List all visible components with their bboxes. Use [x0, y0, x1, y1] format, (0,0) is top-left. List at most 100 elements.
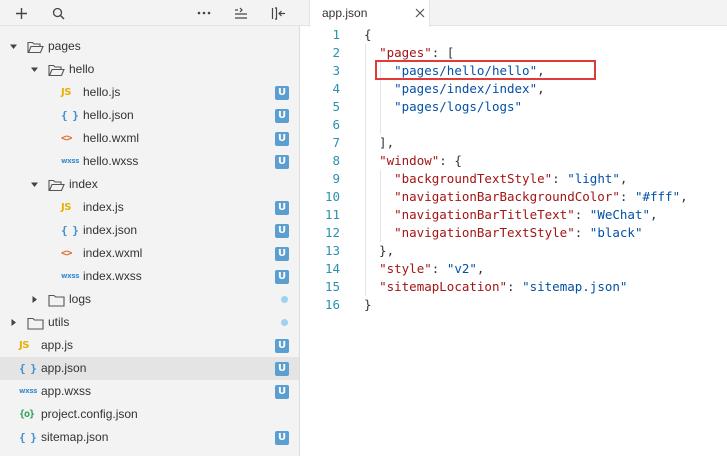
- folder-pages[interactable]: pages: [0, 35, 299, 58]
- json-punct: [364, 45, 379, 60]
- json-punct: ,: [476, 261, 485, 276]
- json-punct: [364, 279, 379, 294]
- change-dot: [281, 296, 288, 303]
- json-punct: : {: [439, 153, 462, 168]
- json-key: "style": [379, 261, 432, 276]
- code-area[interactable]: 1{2 "pages": [3 "pages/hello/hello", 4 "p…: [300, 26, 727, 314]
- file-app-json[interactable]: { } app.json U: [0, 357, 299, 380]
- tab-label: app.json: [322, 6, 368, 20]
- line-number: 5: [332, 99, 340, 114]
- tree-item-label: project.config.json: [41, 407, 138, 421]
- file-hello-json[interactable]: { } hello.json U: [0, 104, 299, 127]
- json-punct: ,: [680, 189, 688, 204]
- chevron-down-icon[interactable]: [29, 179, 39, 189]
- chevron-right-icon[interactable]: [29, 294, 39, 304]
- line-number: 16: [324, 297, 340, 312]
- wxss-file-icon: wxss: [19, 387, 38, 395]
- folder-logs[interactable]: logs: [0, 288, 299, 311]
- line-source: "pages/hello/hello",: [364, 62, 545, 80]
- folder-utils[interactable]: utils: [0, 311, 299, 334]
- json-punct: :: [619, 189, 635, 204]
- file-app-wxss[interactable]: wxss app.wxss U: [0, 380, 299, 403]
- js-file-icon: JS: [61, 86, 71, 98]
- tree-item-label: utils: [48, 315, 70, 329]
- tree-item-label: logs: [69, 292, 92, 306]
- json-string: "v2": [446, 261, 477, 276]
- close-icon[interactable]: [414, 7, 426, 19]
- line-source: }: [364, 296, 372, 314]
- tree-item-label: app.js: [41, 338, 74, 352]
- folder-index[interactable]: index: [0, 173, 299, 196]
- line-source: "pages/index/index",: [364, 80, 545, 98]
- json-punct: : [: [431, 45, 455, 60]
- wxml-file-icon: <>: [61, 132, 73, 144]
- code-editor: app.json 1{2 "pages": [3 "pages/hello/he…: [300, 0, 727, 456]
- line-number: 3: [332, 63, 340, 78]
- file-explorer-sidebar: pages hello JS hello.js U { } hello.json U <> hel…: [0, 0, 300, 456]
- tree-item-label: index: [69, 177, 98, 191]
- line-number: 1: [332, 27, 340, 42]
- file-sitemap-json[interactable]: { } sitemap.json U: [0, 426, 299, 449]
- tree-item-label: hello.json: [83, 108, 134, 122]
- line-source: "navigationBarBackgroundColor": "#fff",: [364, 188, 688, 206]
- folder-icon: [48, 293, 65, 307]
- json-punct: :: [507, 279, 523, 294]
- untracked-badge: U: [275, 132, 289, 146]
- file-hello-wxss[interactable]: wxss hello.wxss U: [0, 150, 299, 173]
- json-punct: [364, 153, 379, 168]
- collapse-all-icon[interactable]: [231, 3, 251, 23]
- untracked-badge: U: [275, 385, 289, 399]
- toggle-sidebar-icon[interactable]: [268, 3, 288, 23]
- line-source: "sitemapLocation": "sitemap.json": [364, 278, 627, 296]
- file-hello-wxml[interactable]: <> hello.wxml U: [0, 127, 299, 150]
- json-key: "navigationBarBackgroundColor": [394, 189, 620, 204]
- json-key: "navigationBarTextStyle": [394, 225, 575, 240]
- indent-guide: [380, 62, 381, 134]
- tree-item-label: hello: [69, 62, 95, 76]
- line-source: {: [364, 26, 372, 44]
- tree-item-label: hello.js: [83, 85, 121, 99]
- json-file-icon: { }: [19, 361, 37, 375]
- line-source: },: [364, 242, 394, 260]
- json-key: "backgroundTextStyle": [394, 171, 553, 186]
- file-index-json[interactable]: { } index.json U: [0, 219, 299, 242]
- chevron-down-icon[interactable]: [29, 64, 39, 74]
- json-key: "sitemapLocation": [379, 279, 507, 294]
- file-index-wxml[interactable]: <> index.wxml U: [0, 242, 299, 265]
- json-punct: :: [574, 225, 590, 240]
- search-icon[interactable]: [48, 3, 68, 23]
- file-index-js[interactable]: JS index.js U: [0, 196, 299, 219]
- file-hello-js[interactable]: JS hello.js U: [0, 81, 299, 104]
- chevron-right-icon[interactable]: [8, 317, 18, 327]
- json-string: "pages/hello/hello": [394, 63, 538, 78]
- json-key: "window": [379, 153, 440, 168]
- json-file-icon: { }: [61, 223, 79, 237]
- tree-item-label: hello.wxss: [83, 154, 139, 168]
- untracked-badge: U: [275, 86, 289, 100]
- tree-item-label: sitemap.json: [41, 430, 109, 444]
- line-source: "navigationBarTitleText": "WeChat",: [364, 206, 658, 224]
- untracked-badge: U: [275, 109, 289, 123]
- line-number: 14: [324, 261, 340, 276]
- tree-item-label: app.json: [41, 361, 87, 375]
- tree-item-label: index.wxml: [83, 246, 143, 260]
- file-app-js[interactable]: JS app.js U: [0, 334, 299, 357]
- line-source: "style": "v2",: [364, 260, 484, 278]
- tab-app-json[interactable]: app.json: [309, 0, 430, 27]
- file-project-config-json[interactable]: {o} project.config.json: [0, 403, 299, 426]
- chevron-down-icon[interactable]: [8, 41, 18, 51]
- plus-icon[interactable]: [11, 3, 31, 23]
- line-number: 6: [332, 117, 340, 132]
- line-source: "window": {: [364, 152, 462, 170]
- json-punct: {: [364, 27, 372, 42]
- tree-item-label: hello.wxml: [83, 131, 140, 145]
- folder-hello[interactable]: hello: [0, 58, 299, 81]
- json-punct: }: [364, 297, 372, 312]
- file-index-wxss[interactable]: wxss index.wxss U: [0, 265, 299, 288]
- untracked-badge: U: [275, 339, 289, 353]
- more-icon[interactable]: [194, 3, 214, 23]
- line-number: 4: [332, 81, 340, 96]
- json-punct: ,: [650, 207, 658, 222]
- json-punct: ,: [537, 81, 545, 96]
- change-dot: [281, 319, 288, 326]
